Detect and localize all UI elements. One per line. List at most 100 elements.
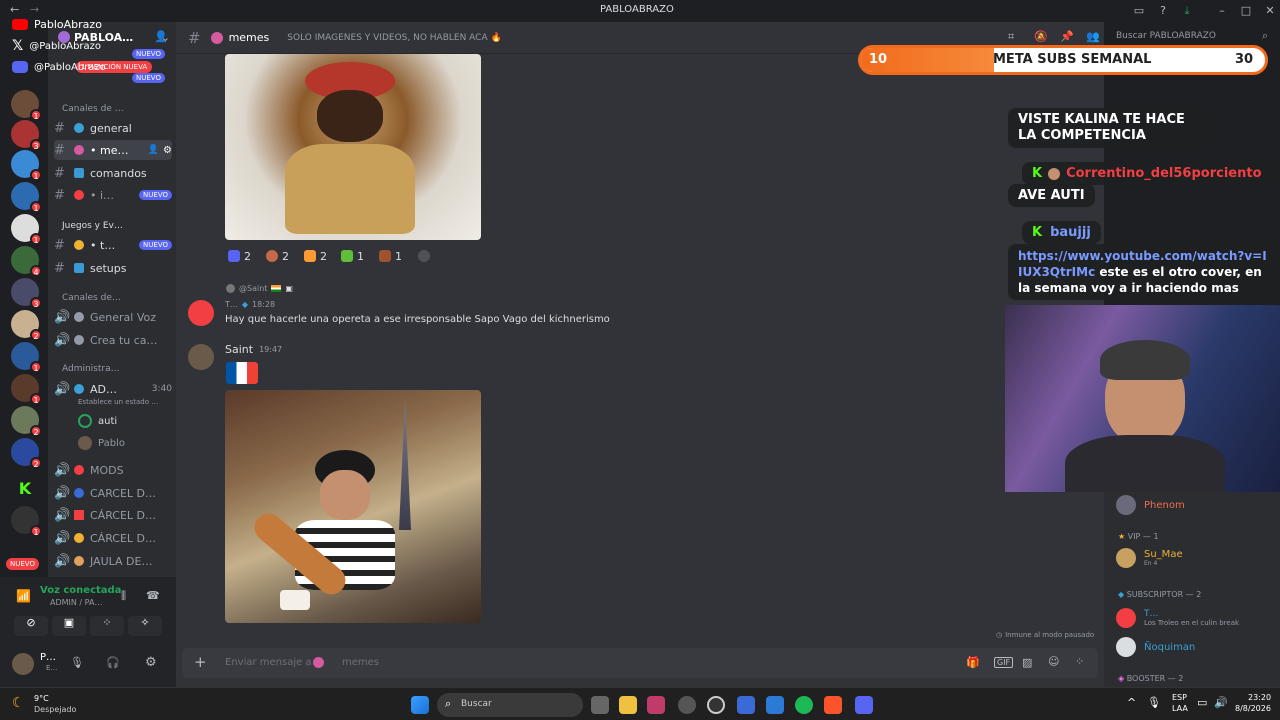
channel-setups[interactable]: # setups	[54, 258, 172, 278]
voice-channel[interactable]: 🔊 CÁRCEL D…	[54, 528, 172, 548]
noise-icon[interactable]: ⫼	[121, 589, 126, 603]
category-header[interactable]: Administra…	[62, 364, 120, 374]
task-view-icon[interactable]	[591, 696, 609, 714]
server-icon[interactable]: 2	[11, 438, 42, 469]
channel-comandos[interactable]: # comandos	[54, 163, 172, 183]
category-header[interactable]: Juegos y Ev…	[62, 221, 123, 231]
server-icon[interactable]: 1	[11, 150, 42, 181]
server-icon[interactable]: 3	[11, 120, 42, 151]
vscode-icon[interactable]	[766, 696, 784, 714]
brave-icon[interactable]	[824, 696, 842, 714]
screen-share-button[interactable]: ▣	[52, 616, 86, 636]
reaction[interactable]: 2	[228, 247, 251, 265]
channel-info[interactable]: # • i… NUEVO	[54, 185, 172, 205]
category-header[interactable]: Canales de …	[62, 104, 124, 114]
reply-preview[interactable]: @Saint ▣	[226, 284, 293, 293]
mute-icon[interactable]: 🔕	[1034, 30, 1048, 43]
gift-icon[interactable]: 🎁	[966, 656, 980, 669]
plus-icon[interactable]: +	[194, 653, 207, 671]
message-author[interactable]: T…	[225, 300, 238, 309]
voice-channel[interactable]: 🔊 CÁRCEL D…	[54, 505, 172, 525]
category-header[interactable]: Canales de…	[62, 293, 121, 303]
meme-image[interactable]	[225, 54, 481, 240]
server-icon[interactable]: 1	[11, 506, 42, 537]
message-author[interactable]: Saint	[225, 343, 253, 356]
help-icon[interactable]: ?	[1155, 4, 1171, 18]
voice-channel[interactable]: 🔊 JAULA DE…	[54, 551, 172, 571]
spotify-icon[interactable]	[795, 696, 813, 714]
member-item[interactable]: T… Los Troleo en el culin break	[1116, 608, 1239, 628]
emoji-picker-icon[interactable]: ☺	[1048, 655, 1059, 668]
message-composer[interactable]: + Enviar mensaje a # memes 🎁 GIF ▨ ☺ ⁘	[182, 648, 1098, 678]
server-icon[interactable]: 2	[11, 406, 42, 437]
sticker-icon[interactable]: ▨	[1022, 656, 1032, 669]
server-icon[interactable]: 1	[11, 214, 42, 245]
pin-icon[interactable]: 📌	[1060, 30, 1074, 43]
channel-general[interactable]: # general	[54, 118, 172, 138]
app-icon[interactable]	[737, 696, 755, 714]
microphone-icon[interactable]: 🎙	[70, 656, 84, 669]
weather-icon[interactable]: ☾	[12, 695, 25, 711]
voice-channel[interactable]: 🔊 Crea tu ca…	[54, 330, 172, 350]
microphone-icon[interactable]: 🎙	[1147, 696, 1161, 709]
member-item[interactable]: Ñoquiman	[1116, 637, 1195, 657]
add-member-icon[interactable]: 👤	[148, 145, 159, 155]
volume-icon[interactable]: 🔊	[1214, 696, 1228, 709]
user-name[interactable]: P…	[40, 652, 56, 663]
soundboard-button[interactable]: ✧	[128, 616, 162, 636]
close-icon[interactable]: ✕	[1262, 4, 1278, 18]
channel-memes[interactable]: # • me… 👤 ⚙	[54, 140, 172, 160]
member-item[interactable]: Su_Mae En 4	[1116, 548, 1183, 568]
server-icon[interactable]: 1	[11, 374, 42, 405]
server-icon[interactable]: 3	[11, 278, 42, 309]
voice-user[interactable]: auti	[78, 414, 117, 428]
server-icon[interactable]: 2	[11, 310, 42, 341]
app-icon[interactable]	[647, 696, 665, 714]
channel-topic[interactable]: SOLO IMAGENES Y VIDEOS, NO HABLEN ACA 🔥	[287, 33, 501, 43]
voice-channel-path[interactable]: ADMIN / PA…	[50, 598, 102, 607]
server-icon[interactable]: 4	[11, 246, 42, 277]
inbox-icon[interactable]: ▭	[1131, 4, 1147, 18]
voice-status-label[interactable]: Voz conectada	[40, 585, 121, 596]
meme-image[interactable]	[225, 390, 481, 623]
reaction[interactable]: 1	[379, 247, 402, 265]
voice-channel[interactable]: 🔊 CARCEL D…	[54, 483, 172, 503]
headphones-icon[interactable]: 🎧	[106, 656, 120, 669]
gear-icon[interactable]: ⚙	[163, 145, 172, 156]
app-icon[interactable]	[678, 696, 696, 714]
voice-channel[interactable]: 🔊 General Voz	[54, 307, 172, 327]
voice-channel-admin[interactable]: 🔊 AD… 3:40	[54, 379, 172, 399]
voice-channel[interactable]: 🔊 MODS	[54, 460, 172, 480]
member-item[interactable]: Phenom	[1116, 495, 1185, 515]
reaction[interactable]: 1	[341, 247, 364, 265]
voice-status[interactable]: Establece un estado …	[78, 398, 158, 406]
add-reaction-button[interactable]	[418, 247, 430, 265]
server-icon[interactable]: 1	[11, 182, 42, 213]
reaction[interactable]: 2	[266, 247, 289, 265]
user-avatar[interactable]	[12, 653, 34, 675]
apps-icon[interactable]: ⁘	[1075, 655, 1084, 668]
discord-icon[interactable]	[855, 696, 873, 714]
obs-icon[interactable]	[707, 696, 725, 714]
search-input[interactable]: Buscar PABLOABRAZO ⌕	[1112, 29, 1272, 45]
voice-user[interactable]: Pablo	[78, 436, 125, 450]
network-icon[interactable]: ▭	[1197, 696, 1207, 709]
avatar[interactable]	[188, 344, 214, 370]
clock-time[interactable]: 23:20	[1248, 693, 1271, 702]
windows-start-icon[interactable]	[411, 696, 429, 714]
taskbar-search[interactable]: ⌕ Buscar	[437, 693, 583, 717]
server-icon[interactable]: 1	[11, 342, 42, 373]
channel-torneos[interactable]: # • t… NUEVO	[54, 235, 172, 255]
chevron-up-icon[interactable]: ^	[1127, 696, 1136, 709]
download-icon[interactable]: ⤓	[1179, 4, 1195, 18]
maximize-icon[interactable]: □	[1238, 4, 1254, 18]
threads-icon[interactable]: ⌗	[1008, 30, 1014, 44]
reaction[interactable]: 2	[304, 247, 327, 265]
activities-button[interactable]: ⁘	[90, 616, 124, 636]
camera-off-button[interactable]: ⊘	[14, 616, 48, 636]
add-member-icon[interactable]: 👤	[154, 30, 168, 43]
discord-avatar[interactable]	[188, 300, 214, 326]
minimize-icon[interactable]: –	[1214, 4, 1230, 18]
kick-icon[interactable]: K	[11, 475, 39, 503]
members-icon[interactable]: 👥	[1086, 30, 1100, 43]
